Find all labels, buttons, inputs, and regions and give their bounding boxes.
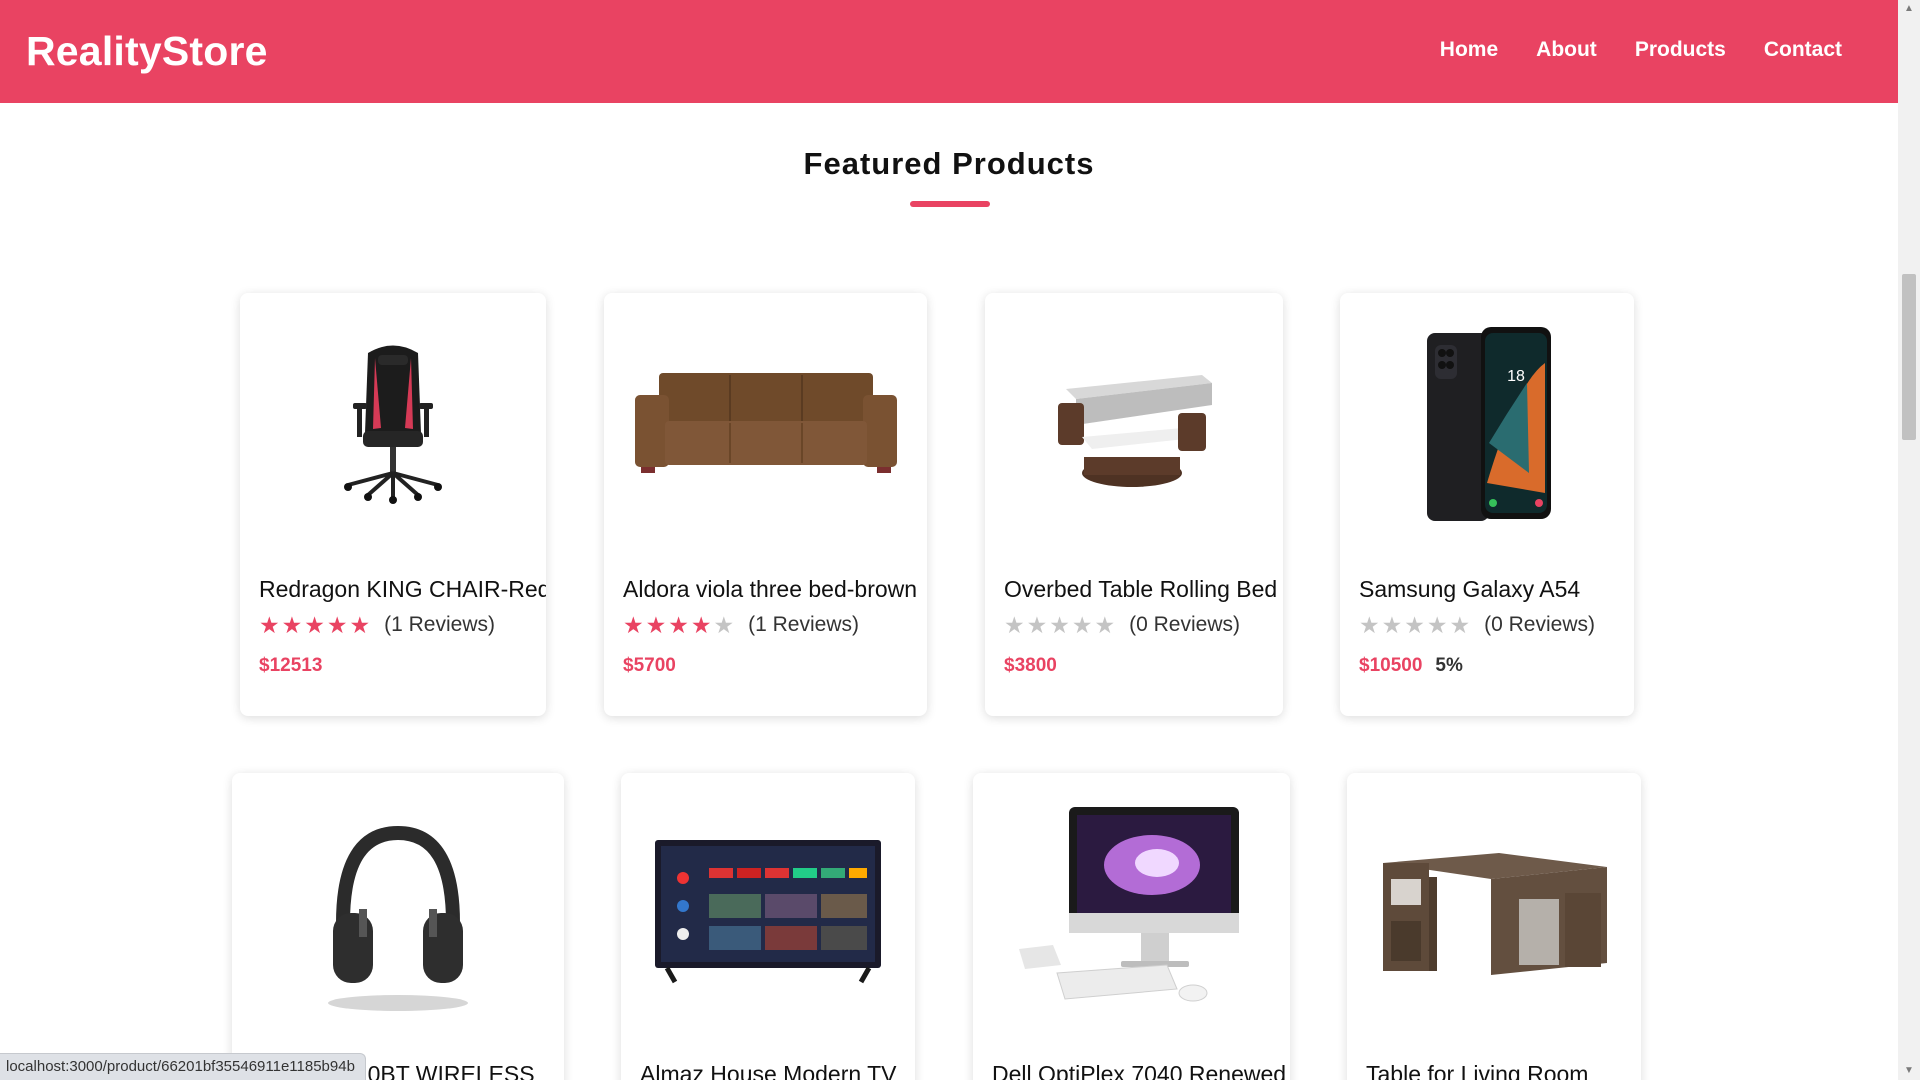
review-count: (0 Reviews)	[1484, 613, 1595, 636]
nav-about-link[interactable]: About	[1536, 38, 1597, 62]
star-icon: ★	[326, 611, 348, 638]
page: RealityStore Home About Products Contact…	[0, 0, 1898, 1080]
star-icon: ★	[349, 611, 371, 638]
review-count: (1 Reviews)	[384, 613, 495, 636]
star-icon: ★	[304, 611, 325, 638]
nav-products-link[interactable]: Products	[1635, 38, 1726, 62]
star-icon: ★	[1449, 611, 1471, 638]
star-icon: ★	[259, 611, 280, 638]
product-name: 510BT WIRELESS	[342, 1061, 535, 1080]
gaming-chair-image	[240, 323, 546, 523]
link-status-bar: localhost:3000/product/66201bf35546911e1…	[0, 1053, 366, 1080]
headphones-image	[232, 813, 564, 1013]
desk-image	[1347, 813, 1641, 1013]
star-icon: ★	[1381, 611, 1403, 638]
brand-logo[interactable]: RealityStore	[26, 28, 268, 75]
product-name: Samsung Galaxy A54	[1359, 576, 1581, 602]
star-icon: ★	[623, 611, 644, 638]
nav-home-link[interactable]: Home	[1440, 38, 1498, 62]
product-card[interactable]: Table for Living Room	[1347, 773, 1641, 1080]
product-price: $5700	[623, 655, 676, 676]
vertical-scrollbar[interactable]: ▲ ▼	[1898, 0, 1920, 1080]
product-card[interactable]: Overbed Table Rolling Bed ★ ★ ★ ★ ★ (0 Revie…	[985, 293, 1283, 716]
desktop-computer-image	[973, 803, 1290, 1013]
star-icon: ★	[668, 611, 689, 638]
star-icon: ★	[1026, 611, 1048, 638]
price-row: $3800	[1004, 655, 1057, 677]
product-price: $12513	[259, 655, 323, 676]
price-row: $10500 5%	[1359, 655, 1463, 677]
review-count: (0 Reviews)	[1129, 613, 1240, 636]
navbar: RealityStore Home About Products Contact	[0, 0, 1898, 103]
star-icon: ★	[1359, 611, 1380, 638]
sofa-image	[604, 323, 927, 523]
product-rating: ★ ★ ★ ★ ★ (1 Reviews)	[259, 613, 495, 637]
star-icon: ★	[690, 611, 712, 638]
product-card[interactable]: Dell OptiPlex 7040 Renewed	[973, 773, 1290, 1080]
price-row: $12513	[259, 655, 322, 677]
product-name: Aldora viola three bed-brown	[623, 576, 918, 602]
product-card[interactable]: Aldora viola three bed-brown ★ ★ ★ ★ ★ (1 Re…	[604, 293, 927, 716]
star-icon: ★	[1071, 611, 1093, 638]
smartphone-image: 18	[1340, 323, 1634, 523]
discount-badge: 5%	[1435, 655, 1463, 676]
product-price: $10500	[1359, 655, 1423, 676]
product-rating: ★ ★ ★ ★ ★ (1 Reviews)	[623, 613, 859, 637]
star-icon: ★	[1404, 611, 1425, 638]
star-icon: ★	[1004, 611, 1025, 638]
product-card[interactable]: Almaz House Modern TV	[621, 773, 915, 1080]
nav-links: Home About Products Contact	[1440, 38, 1842, 62]
product-name: Redragon KING CHAIR-Red	[259, 576, 546, 602]
television-image	[621, 813, 915, 1013]
scroll-up-arrow-icon[interactable]: ▲	[1898, 0, 1920, 18]
product-name: Overbed Table Rolling Bed	[1004, 576, 1278, 602]
star-icon: ★	[281, 611, 303, 638]
star-rating: ★ ★ ★ ★ ★	[1359, 611, 1471, 638]
review-count: (1 Reviews)	[748, 613, 859, 636]
star-icon: ★	[645, 611, 667, 638]
star-icon: ★	[1426, 611, 1448, 638]
product-rating: ★ ★ ★ ★ ★ (0 Reviews)	[1004, 613, 1240, 637]
star-icon: ★	[1094, 611, 1116, 638]
section-title: Featured Products	[803, 146, 1095, 181]
svg-text:18: 18	[1507, 368, 1525, 385]
star-rating: ★ ★ ★ ★ ★	[259, 611, 371, 638]
scrollbar-thumb[interactable]	[1902, 274, 1916, 440]
product-name: Dell OptiPlex 7040 Renewed	[992, 1061, 1287, 1080]
star-icon: ★	[713, 611, 735, 638]
star-icon: ★	[1049, 611, 1070, 638]
rolling-table-image	[985, 323, 1283, 523]
price-row: $5700	[623, 655, 676, 677]
product-card[interactable]: Redragon KING CHAIR-Red ★ ★ ★ ★ ★ (1 Reviews…	[240, 293, 546, 716]
product-card[interactable]: 510BT WIRELESS	[232, 773, 564, 1080]
product-price: $3800	[1004, 655, 1057, 676]
title-underline	[910, 201, 990, 207]
product-name: Almaz House Modern TV	[640, 1061, 897, 1080]
product-rating: ★ ★ ★ ★ ★ (0 Reviews)	[1359, 613, 1595, 637]
product-name: Table for Living Room	[1366, 1061, 1589, 1080]
nav-contact-link[interactable]: Contact	[1764, 38, 1842, 62]
star-rating: ★ ★ ★ ★ ★	[1004, 611, 1116, 638]
product-card[interactable]: 18 Samsung Galaxy A54 ★ ★ ★ ★ ★ (0 Reviews) …	[1340, 293, 1634, 716]
scroll-down-arrow-icon[interactable]: ▼	[1898, 1062, 1920, 1080]
star-rating: ★ ★ ★ ★ ★	[623, 611, 735, 638]
